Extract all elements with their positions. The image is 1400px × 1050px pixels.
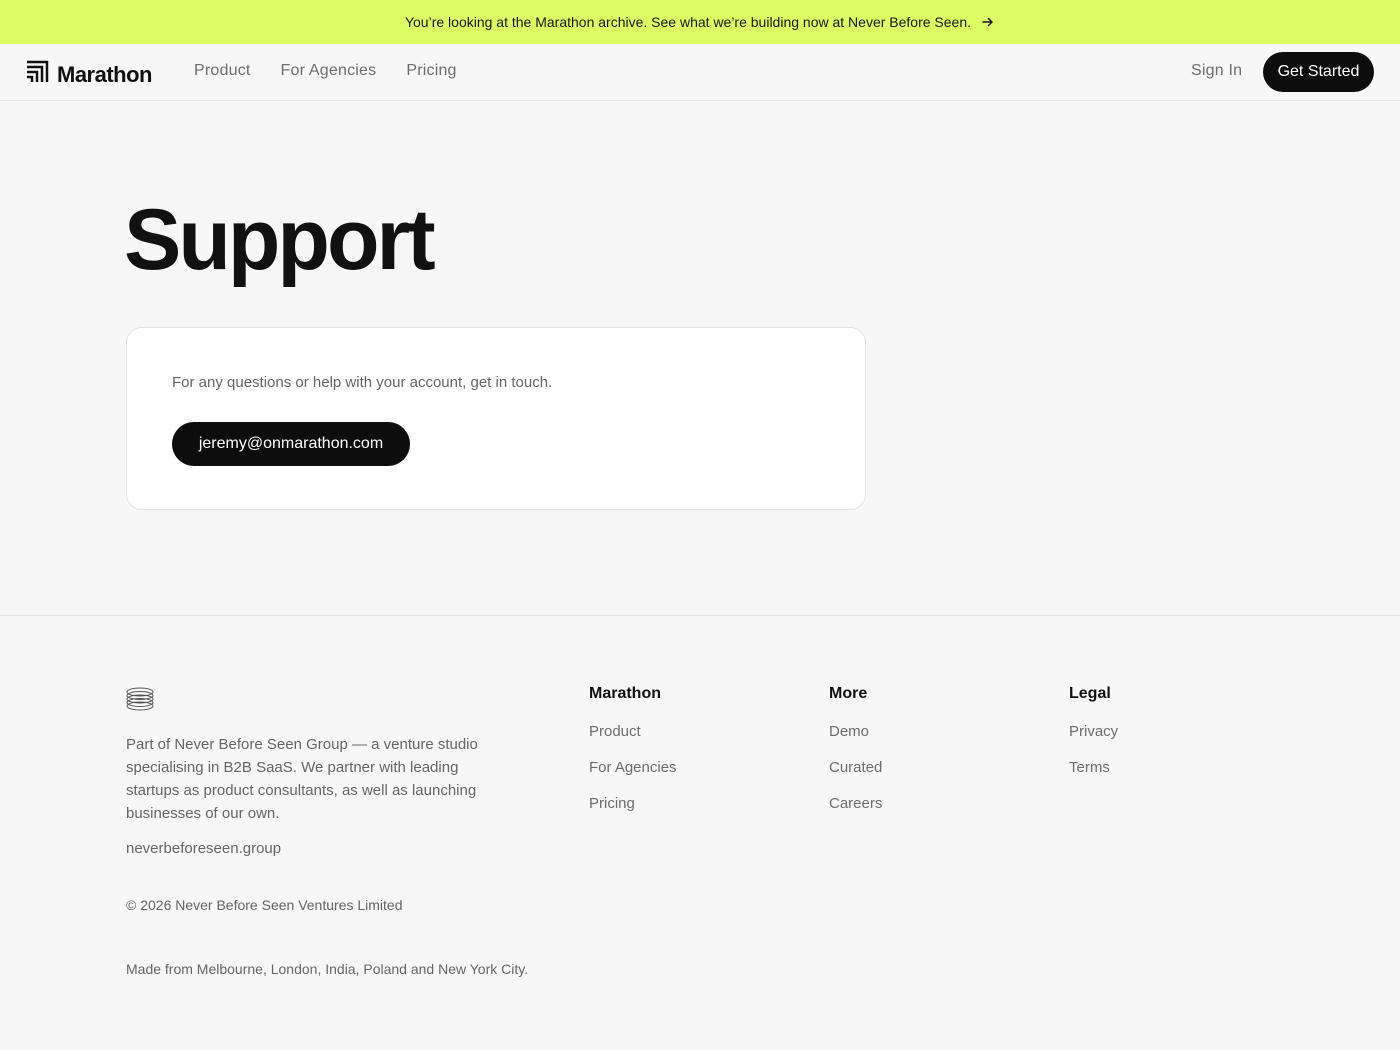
footer: Part of Never Before Seen Group — a vent… [0,615,1400,1050]
archive-banner[interactable]: You’re looking at the Marathon archive. … [0,0,1400,44]
nav-link-pricing[interactable]: Pricing [406,62,456,80]
footer-link-terms[interactable]: Terms [1069,759,1118,776]
marathon-logo-icon [26,60,49,89]
footer-link-privacy[interactable]: Privacy [1069,723,1118,740]
footer-column-more: More Demo Curated Careers [829,685,882,831]
page-title: Support [124,192,436,288]
footer-description: Part of Never Before Seen Group — a vent… [126,736,478,822]
footer-heading-more: More [829,685,868,702]
email-button[interactable]: jeremy@onmarathon.com [172,422,410,466]
footer-site-link[interactable]: neverbeforeseen.group [126,840,281,857]
support-text: For any questions or help with your acco… [172,374,553,391]
banner-text[interactable]: You’re looking at the Marathon archive. … [405,14,971,30]
footer-link-product[interactable]: Product [589,723,677,740]
footer-made-from: Made from Melbourne, London, India, Pola… [126,961,529,977]
nav-link-product[interactable]: Product [194,62,251,80]
brand-name: Marathon [57,61,153,87]
footer-heading-legal: Legal [1069,685,1111,702]
footer-column-marathon: Marathon Product For Agencies Pricing [589,685,677,831]
footer-link-for-agencies[interactable]: For Agencies [589,759,677,776]
footer-heading-marathon: Marathon [589,685,661,702]
brand-logo[interactable]: Marathon [26,60,153,89]
nav-links: Product For Agencies Pricing [194,62,487,80]
sign-in-link[interactable]: Sign In [1191,62,1242,80]
get-started-button[interactable]: Get Started [1263,52,1374,92]
support-card: For any questions or help with your acco… [126,327,866,510]
nav-link-for-agencies[interactable]: For Agencies [281,62,377,80]
footer-link-curated[interactable]: Curated [829,759,882,776]
footer-link-pricing[interactable]: Pricing [589,795,677,812]
footer-link-careers[interactable]: Careers [829,795,882,812]
top-nav: Marathon Product For Agencies Pricing Si… [0,44,1400,101]
footer-link-demo[interactable]: Demo [829,723,882,740]
footer-column-legal: Legal Privacy Terms [1069,685,1118,795]
footer-copyright: © 2026 Never Before Seen Ventures Limite… [126,897,403,913]
coil-logo-icon [125,687,155,716]
arrow-right-icon[interactable] [981,15,995,29]
